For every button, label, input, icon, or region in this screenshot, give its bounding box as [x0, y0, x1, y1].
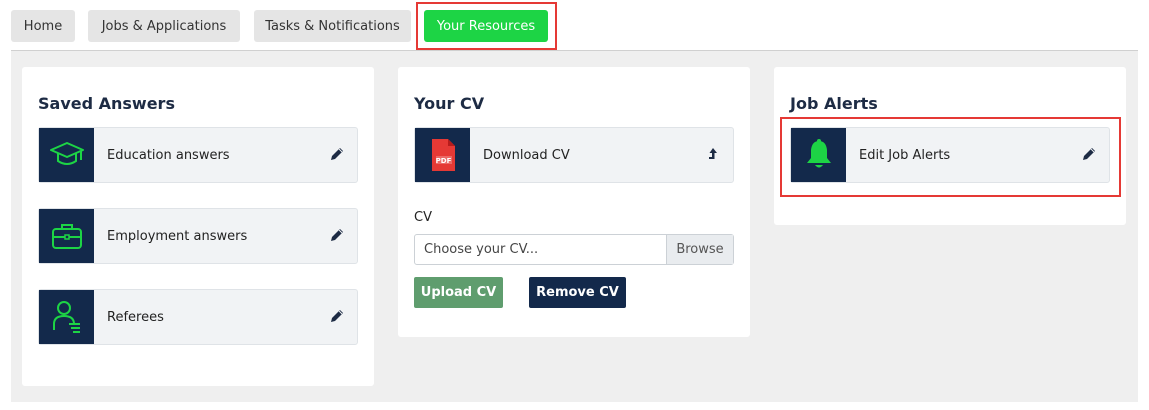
tab-jobs-applications[interactable]: Jobs & Applications: [88, 10, 240, 42]
referee-user-icon: [39, 290, 94, 344]
briefcase-icon: [39, 209, 94, 263]
tab-home[interactable]: Home: [11, 10, 75, 42]
pencil-icon[interactable]: [329, 227, 345, 243]
tab-bar: Home Jobs & Applications Tasks & Notific…: [0, 0, 1149, 51]
education-answers-label: Education answers: [107, 147, 230, 163]
upload-arrow-icon[interactable]: [705, 146, 721, 162]
remove-cv-button[interactable]: Remove CV: [529, 277, 626, 308]
pencil-icon[interactable]: [329, 146, 345, 162]
cv-file-input[interactable]: Choose your CV... Browse: [414, 234, 734, 265]
cv-file-placeholder: Choose your CV...: [424, 242, 539, 257]
your-cv-title: Your CV: [414, 94, 485, 113]
upload-cv-button[interactable]: Upload CV: [414, 277, 503, 308]
saved-answers-title: Saved Answers: [38, 94, 175, 113]
browse-button[interactable]: Browse: [666, 235, 733, 264]
pencil-icon[interactable]: [329, 308, 345, 324]
job-alerts-title: Job Alerts: [790, 94, 878, 113]
tab-tasks-notifications[interactable]: Tasks & Notifications: [254, 10, 411, 42]
employment-answers-label: Employment answers: [107, 228, 248, 244]
referees-item[interactable]: Referees: [38, 289, 358, 345]
graduation-cap-icon: [39, 128, 94, 182]
download-cv-item[interactable]: PDF Download CV: [414, 127, 734, 183]
your-cv-panel: Your CV PDF Download CV CV Choose your C…: [398, 67, 750, 337]
pdf-file-icon: PDF: [415, 128, 470, 182]
tab-your-resources[interactable]: Your Resources: [424, 10, 548, 42]
referees-label: Referees: [107, 309, 164, 325]
job-alerts-highlight-box: [780, 117, 1121, 197]
education-answers-item[interactable]: Education answers: [38, 127, 358, 183]
svg-text:PDF: PDF: [435, 157, 451, 165]
download-cv-label: Download CV: [483, 147, 570, 163]
employment-answers-item[interactable]: Employment answers: [38, 208, 358, 264]
cv-field-label: CV: [414, 210, 432, 225]
saved-answers-panel: Saved Answers Education answers Employme…: [22, 67, 374, 386]
